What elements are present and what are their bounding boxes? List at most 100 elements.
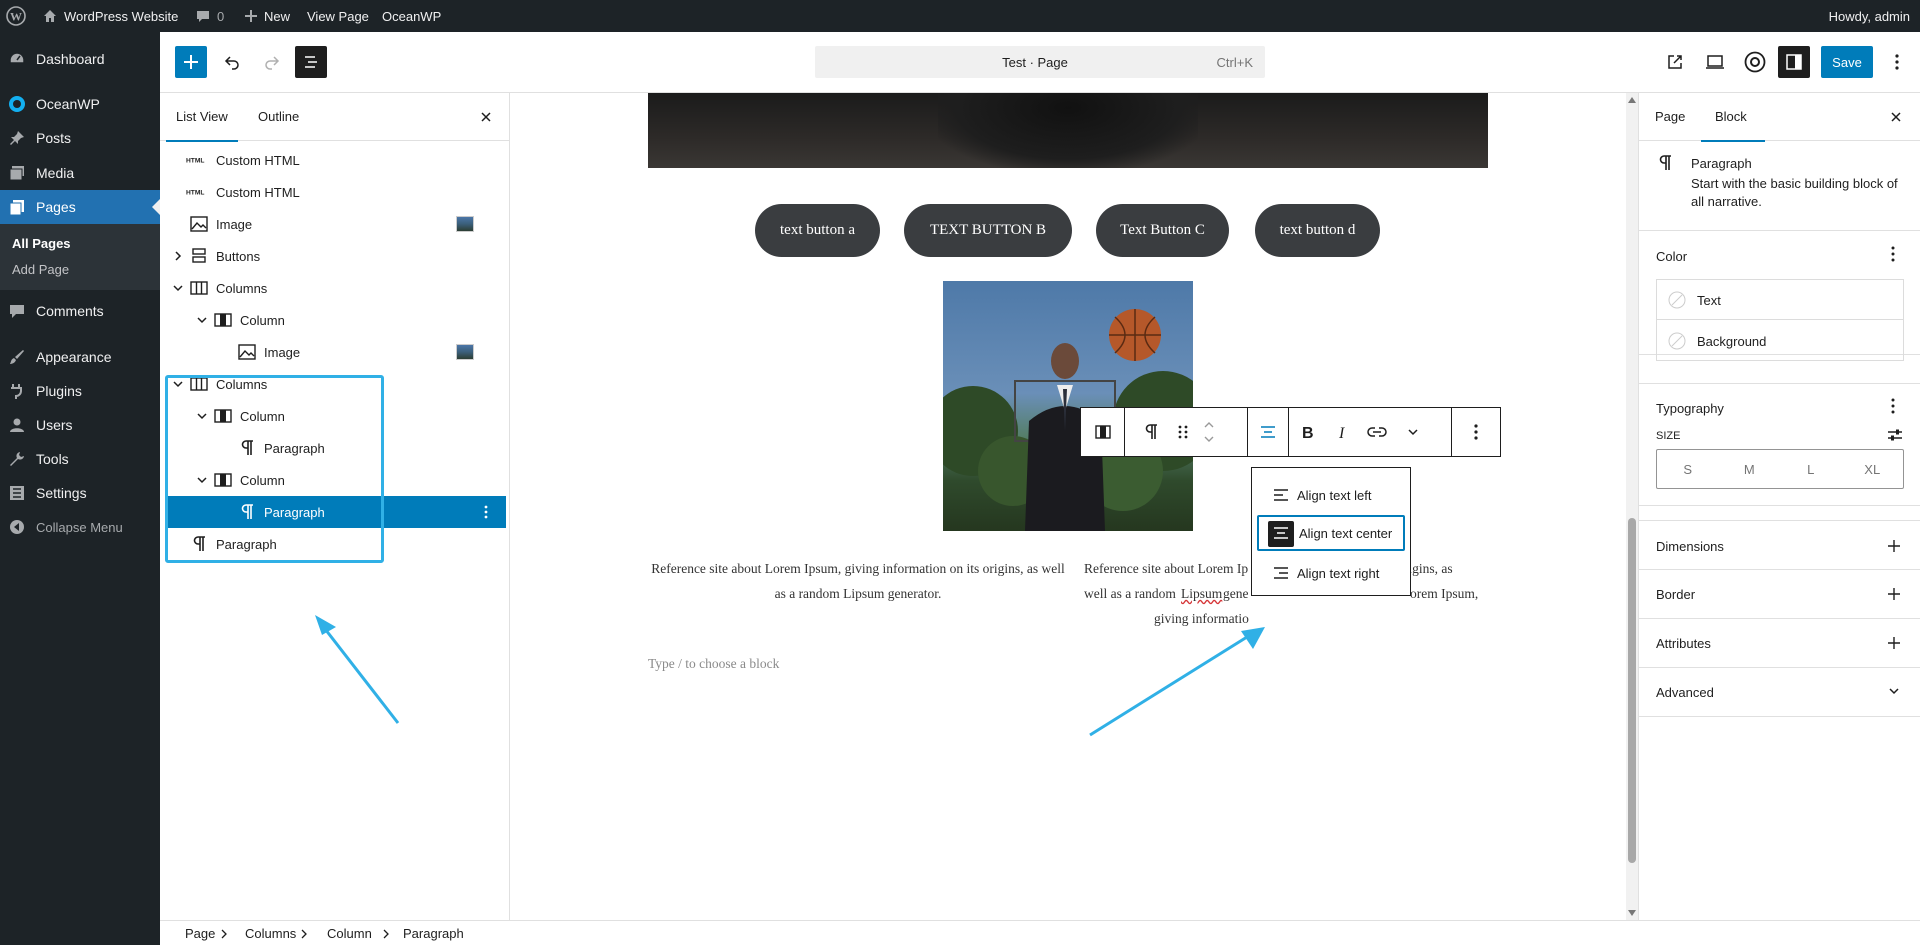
list-item-column[interactable]: Column xyxy=(166,304,506,336)
paragraph-left[interactable]: Reference site about Lorem Ipsum, giving… xyxy=(648,556,1068,606)
menu-media[interactable]: Media xyxy=(0,156,160,190)
kebab-icon[interactable] xyxy=(484,505,488,519)
scroll-up-arrow-icon[interactable] xyxy=(1628,97,1636,103)
close-list-view-button[interactable] xyxy=(476,107,496,127)
oceanwp-settings-button[interactable] xyxy=(1737,44,1773,80)
settings-sliders-icon[interactable] xyxy=(1887,427,1903,443)
breadcrumb-item[interactable]: Columns xyxy=(245,926,296,941)
redo-button[interactable] xyxy=(254,44,290,80)
chevron-down-icon[interactable] xyxy=(1203,435,1215,443)
size-option-l[interactable]: L xyxy=(1780,450,1842,488)
bold-button[interactable]: B xyxy=(1289,408,1325,456)
tab-outline[interactable]: Outline xyxy=(244,93,324,141)
tab-page[interactable]: Page xyxy=(1639,93,1699,141)
list-item-custom-html[interactable]: HTML Custom HTML xyxy=(166,176,506,208)
more-formatting-button[interactable] xyxy=(1395,408,1431,456)
text-button-d[interactable]: text button d xyxy=(1255,204,1380,257)
scroll-down-arrow-icon[interactable] xyxy=(1628,910,1636,916)
comments-link[interactable]: 0 xyxy=(195,0,224,32)
view-page-link[interactable]: View Page xyxy=(307,0,369,32)
save-button[interactable]: Save xyxy=(1821,46,1873,78)
list-item-buttons[interactable]: Buttons xyxy=(166,240,506,272)
document-overview-button[interactable] xyxy=(295,46,327,78)
color-text-item[interactable]: Text xyxy=(1657,280,1903,320)
size-option-s[interactable]: S xyxy=(1657,450,1719,488)
wordpress-logo-icon[interactable]: W xyxy=(6,0,26,32)
menu-collapse[interactable]: Collapse Menu xyxy=(0,510,160,544)
command-palette-bar[interactable]: Test · Page Ctrl+K xyxy=(815,46,1265,78)
tab-block[interactable]: Block xyxy=(1701,93,1765,142)
kebab-icon[interactable] xyxy=(1891,398,1895,414)
new-content-link[interactable]: New xyxy=(244,0,290,32)
link-button[interactable] xyxy=(1359,408,1395,456)
chevron-down-icon[interactable] xyxy=(172,282,184,294)
oceanwp-link[interactable]: OceanWP xyxy=(382,0,441,32)
menu-label: Tools xyxy=(36,451,69,467)
menu-pages[interactable]: Pages xyxy=(0,190,160,224)
tab-list-view[interactable]: List View xyxy=(160,93,240,142)
howdy-user-link[interactable]: Howdy, admin xyxy=(1829,0,1910,32)
chevron-up-icon[interactable] xyxy=(1203,421,1215,429)
block-card-title: Paragraph xyxy=(1691,156,1752,171)
parent-column-button[interactable] xyxy=(1081,408,1124,456)
block-placeholder[interactable]: Type / to choose a block xyxy=(648,656,779,672)
attributes-panel[interactable]: Attributes xyxy=(1639,619,1920,668)
scrollbar-thumb[interactable] xyxy=(1628,518,1636,863)
drag-handle[interactable] xyxy=(1171,408,1195,456)
hero-image[interactable] xyxy=(648,93,1488,168)
move-up-down-buttons[interactable] xyxy=(1195,408,1223,456)
close-sidebar-button[interactable] xyxy=(1886,107,1906,127)
menu-oceanwp[interactable]: OceanWP xyxy=(0,87,160,121)
device-preview-button[interactable] xyxy=(1697,44,1733,80)
text-button-a[interactable]: text button a xyxy=(755,204,880,257)
align-text-center-option[interactable]: Align text center xyxy=(1257,515,1405,551)
image-thumbnail xyxy=(456,216,474,232)
list-item-image[interactable]: Image xyxy=(166,336,506,368)
menu-posts[interactable]: Posts xyxy=(0,121,160,155)
align-text-left-option[interactable]: Align text left xyxy=(1257,477,1405,513)
options-menu-button[interactable] xyxy=(1882,44,1912,80)
chevron-right-icon[interactable] xyxy=(172,250,184,262)
menu-comments[interactable]: Comments xyxy=(0,294,160,328)
menu-dashboard[interactable]: Dashboard xyxy=(0,42,160,76)
text-button-c[interactable]: Text Button C xyxy=(1096,204,1229,257)
menu-appearance[interactable]: Appearance xyxy=(0,340,160,374)
size-option-xl[interactable]: XL xyxy=(1842,450,1904,488)
view-page-button[interactable] xyxy=(1657,44,1693,80)
submenu-add-page[interactable]: Add Page xyxy=(12,262,69,277)
list-item-columns[interactable]: Columns xyxy=(166,272,506,304)
advanced-panel[interactable]: Advanced xyxy=(1639,668,1920,717)
oceanwp-label: OceanWP xyxy=(382,8,442,24)
typography-panel-title: Typography xyxy=(1656,401,1724,416)
image-icon xyxy=(238,344,256,360)
align-center-icon xyxy=(1261,426,1275,438)
block-type-paragraph-button[interactable] xyxy=(1131,408,1171,456)
menu-tools[interactable]: Tools xyxy=(0,442,160,476)
menu-users[interactable]: Users xyxy=(0,408,160,442)
menu-settings[interactable]: Settings xyxy=(0,476,160,510)
block-options-button[interactable] xyxy=(1452,408,1500,456)
menu-plugins[interactable]: Plugins xyxy=(0,374,160,408)
undo-button[interactable] xyxy=(214,44,250,80)
settings-sidebar-toggle[interactable] xyxy=(1778,46,1810,78)
align-text-right-option[interactable]: Align text right xyxy=(1257,555,1405,591)
breadcrumb-item[interactable]: Column xyxy=(327,926,372,941)
basketball-player-image[interactable] xyxy=(943,281,1193,531)
border-panel[interactable]: Border xyxy=(1639,570,1920,619)
submenu-all-pages[interactable]: All Pages xyxy=(12,236,71,251)
paragraph-right-line2-mid: gene xyxy=(1223,586,1249,601)
color-background-item[interactable]: Background xyxy=(1657,321,1903,361)
list-item-image[interactable]: Image xyxy=(166,208,506,240)
align-text-button[interactable] xyxy=(1248,408,1288,456)
list-item-custom-html[interactable]: HTML Custom HTML xyxy=(166,144,506,176)
dimensions-panel[interactable]: Dimensions xyxy=(1639,520,1920,570)
italic-button[interactable]: I xyxy=(1325,408,1359,456)
canvas-scrollbar[interactable] xyxy=(1626,93,1638,920)
breadcrumb-item[interactable]: Page xyxy=(185,926,215,941)
size-option-m[interactable]: M xyxy=(1719,450,1781,488)
block-inserter-button[interactable] xyxy=(175,46,207,78)
kebab-icon[interactable] xyxy=(1891,246,1895,262)
site-name-link[interactable]: WordPress Website xyxy=(42,0,178,32)
chevron-down-icon[interactable] xyxy=(196,314,208,326)
text-button-b[interactable]: TEXT BUTTON B xyxy=(904,204,1072,257)
